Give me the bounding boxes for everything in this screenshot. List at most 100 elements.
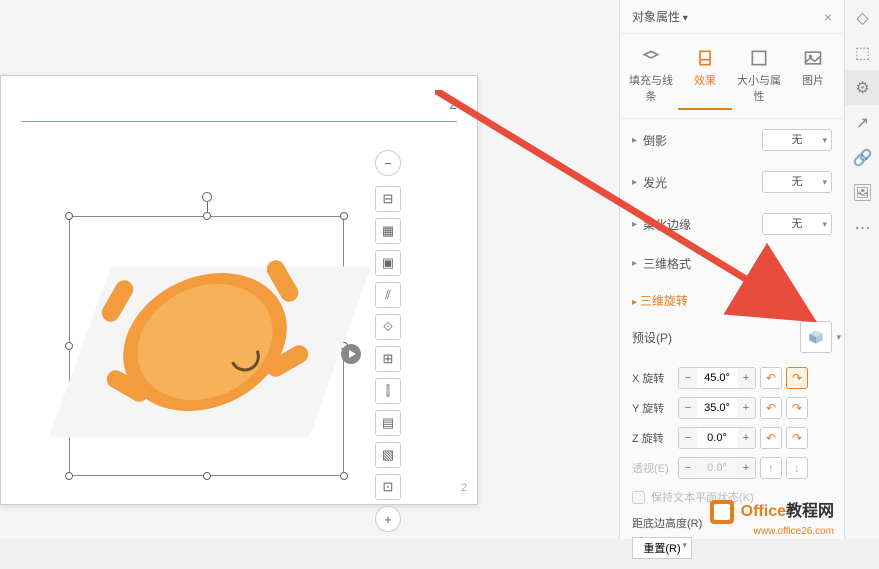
glow-dropdown[interactable]: 无 [762,171,832,193]
selected-image-frame[interactable] [69,216,344,476]
picture-icon [803,48,823,68]
slide-divider [21,121,457,122]
x-rotation-label: X 旋转 [632,370,674,386]
tool-expand-icon[interactable]: ▣ [375,250,401,276]
rt-export-icon[interactable]: ↗ [845,105,879,140]
canvas-area: 2 [0,0,620,539]
rt-settings-icon[interactable]: ⚙ [845,70,879,105]
zoom-in-button[interactable]: + [375,506,401,532]
resize-handle-ml[interactable] [65,342,73,350]
right-toolbar: ◇ ⬚ ⚙ ↗ 🔗 🖼 ⋯ [844,0,879,539]
watermark-url: www.office26.com [754,526,834,537]
tool-layers-icon[interactable]: ⊟ [375,186,401,212]
panel-title[interactable]: 对象属性 [632,8,824,25]
chevron-right-icon: ▸ [632,177,637,188]
tool-rotate-icon[interactable]: ⟐ [375,314,401,340]
increment-button[interactable]: + [737,368,755,388]
floating-toolbar: − ⊟ ▦ ▣ ⫽ ⟐ ⊞ ⫿ ▤ ▧ ⊡ + [375,150,403,538]
resize-handle-bm[interactable] [203,472,211,480]
rotate-right-icon: ↷ [792,371,802,385]
z-rotate-left-button[interactable]: ↶ [760,427,782,449]
tool-edit-icon[interactable]: ⊡ [375,474,401,500]
slide[interactable]: 2 [0,75,478,505]
character-mouth [226,337,264,375]
z-rotation-input[interactable] [697,428,737,448]
x-rotate-right-button[interactable]: ↷ [786,367,808,389]
chevron-right-icon: ▸ [632,135,637,146]
chevron-right-icon: ▸ [632,219,637,230]
x-rotation-input[interactable] [697,368,737,388]
play-icon[interactable] [341,344,361,364]
rt-more-icon[interactable]: ⋯ [845,210,879,245]
rotate-left-icon: ↶ [766,431,776,445]
perspective-row: 透视(E) − + ↑ ↓ [632,457,832,479]
reset-button[interactable]: 重置(R) [632,537,692,559]
perspective-spinner: − + [678,457,756,479]
resize-handle-tm[interactable] [203,212,211,220]
tool-paste-icon[interactable]: ▧ [375,442,401,468]
narrow-icon: ↑ [768,461,774,475]
decrement-button[interactable]: − [679,368,697,388]
section-3d-format[interactable]: ▸ 三维格式 [620,245,844,282]
rotate-handle[interactable] [202,192,212,202]
perspective-wide-button: ↓ [786,457,808,479]
shadow-dropdown[interactable]: 无 [762,129,832,151]
panel-tabs: 填充与线条 效果 大小与属性 图片 [620,34,844,119]
rotated-image [100,247,320,447]
x-rotation-row: X 旋转 − + ↶ ↷ [632,367,832,389]
increment-button[interactable]: + [737,398,755,418]
rotation-title[interactable]: 三维旋转 [632,292,832,309]
y-rotation-label: Y 旋转 [632,400,674,416]
section-glow[interactable]: ▸ 发光 无 [620,161,844,203]
x-rotation-spinner[interactable]: − + [678,367,756,389]
rt-image-icon[interactable]: 🖼 [845,175,879,210]
z-rotation-spinner[interactable]: − + [678,427,756,449]
z-rotation-label: Z 旋转 [632,430,674,446]
resize-handle-bl[interactable] [65,472,73,480]
close-icon[interactable]: × [824,9,832,25]
panel-header: 对象属性 × [620,0,844,34]
rotate-line [207,202,208,212]
tab-fill[interactable]: 填充与线条 [624,42,678,110]
decrement-button[interactable]: − [679,428,697,448]
rotate-right-icon: ↷ [792,431,802,445]
slide-number-top: 2 [449,96,457,112]
cube-icon [806,327,826,347]
rt-shape-icon[interactable]: ◇ [845,0,879,35]
tab-picture[interactable]: 图片 [786,42,840,110]
rotate-right-icon: ↷ [792,401,802,415]
tab-effect[interactable]: 效果 [678,42,732,110]
perspective-label: 透视(E) [632,460,674,476]
resize-handle-br[interactable] [340,472,348,480]
section-shadow[interactable]: ▸ 倒影 无 [620,119,844,161]
perspective-narrow-button: ↑ [760,457,782,479]
x-rotate-left-button[interactable]: ↶ [760,367,782,389]
watermark-icon [710,500,734,524]
y-rotation-spinner[interactable]: − + [678,397,756,419]
decrement-button: − [679,458,697,478]
preset-dropdown[interactable] [800,321,832,353]
tool-align-icon[interactable]: ⫽ [375,282,401,308]
resize-handle-tl[interactable] [65,212,73,220]
resize-handle-tr[interactable] [340,212,348,220]
z-rotate-right-button[interactable]: ↷ [786,427,808,449]
tab-size[interactable]: 大小与属性 [732,42,786,110]
section-soft-edge[interactable]: ▸ 柔化边缘 无 [620,203,844,245]
rt-style-icon[interactable]: ⬚ [845,35,879,70]
effect-icon [695,48,715,68]
rt-link-icon[interactable]: 🔗 [845,140,879,175]
rotate-left-icon: ↶ [766,401,776,415]
perspective-input [697,458,737,478]
decrement-button[interactable]: − [679,398,697,418]
zoom-out-button[interactable]: − [375,150,401,176]
tool-grid-icon[interactable]: ⊞ [375,346,401,372]
tool-copy-icon[interactable]: ▤ [375,410,401,436]
y-rotate-left-button[interactable]: ↶ [760,397,782,419]
soft-edge-dropdown[interactable]: 无 [762,213,832,235]
tool-crop-icon[interactable]: ▦ [375,218,401,244]
y-rotate-right-button[interactable]: ↷ [786,397,808,419]
y-rotation-input[interactable] [697,398,737,418]
increment-button[interactable]: + [737,428,755,448]
wide-icon: ↓ [794,461,800,475]
tool-format-icon[interactable]: ⫿ [375,378,401,404]
